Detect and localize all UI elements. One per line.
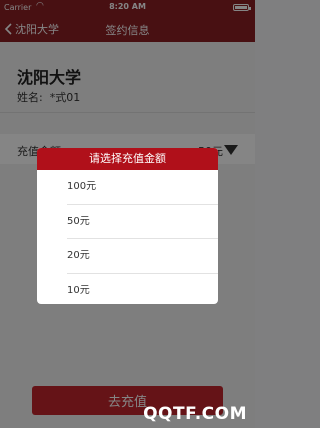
dialog-title: 请选择充值金额 bbox=[37, 148, 218, 170]
amount-option-100[interactable]: 100元 bbox=[37, 170, 218, 204]
amount-picker-dialog: 请选择充值金额 100元 50元 20元 10元 bbox=[37, 148, 218, 304]
amount-option-10[interactable]: 10元 bbox=[37, 274, 218, 305]
app-screen: Carrier ◠ 8:20 AM 沈阳大学 签约信息 沈阳大学 姓名: *式0… bbox=[0, 0, 255, 428]
amount-option-50[interactable]: 50元 bbox=[37, 205, 218, 239]
amount-option-20[interactable]: 20元 bbox=[37, 239, 218, 273]
watermark: QQTF.COM bbox=[143, 404, 247, 424]
